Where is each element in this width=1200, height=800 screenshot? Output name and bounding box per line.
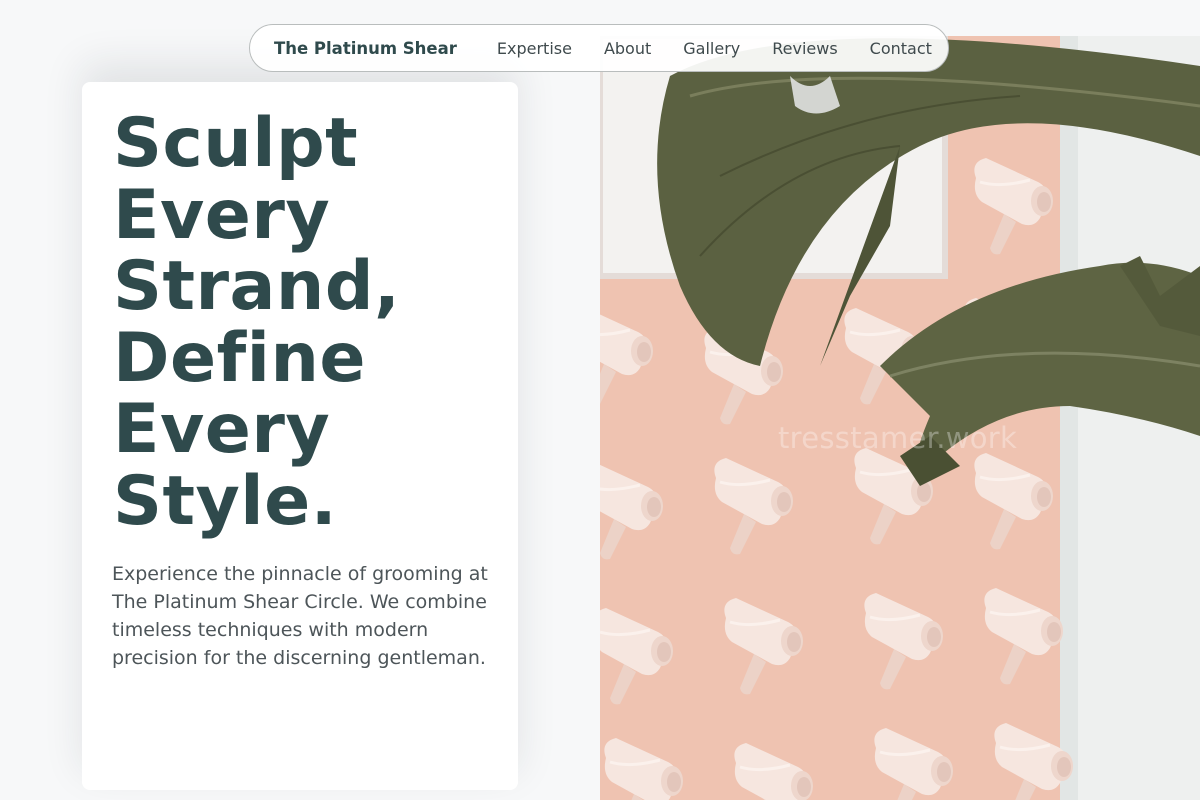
nav-links: Expertise About Gallery Reviews Contact — [497, 39, 932, 58]
nav-link-reviews[interactable]: Reviews — [772, 39, 837, 58]
nav-link-gallery[interactable]: Gallery — [683, 39, 740, 58]
nav-link-about[interactable]: About — [604, 39, 651, 58]
image-watermark: tresstamer.work — [778, 421, 1018, 455]
hero-description: Experience the pinnacle of grooming at T… — [112, 563, 488, 669]
hair-dryer-wall-illustration — [600, 36, 1200, 800]
hero-image — [600, 36, 1200, 800]
nav-link-contact[interactable]: Contact — [870, 39, 932, 58]
nav-link-expertise[interactable]: Expertise — [497, 39, 572, 58]
top-navigation: The Platinum Shear Expertise About Galle… — [249, 24, 949, 72]
hero-title: Sculpt Every Strand, Define Every Style. — [113, 104, 401, 541]
brand-logo[interactable]: The Platinum Shear — [274, 39, 457, 58]
